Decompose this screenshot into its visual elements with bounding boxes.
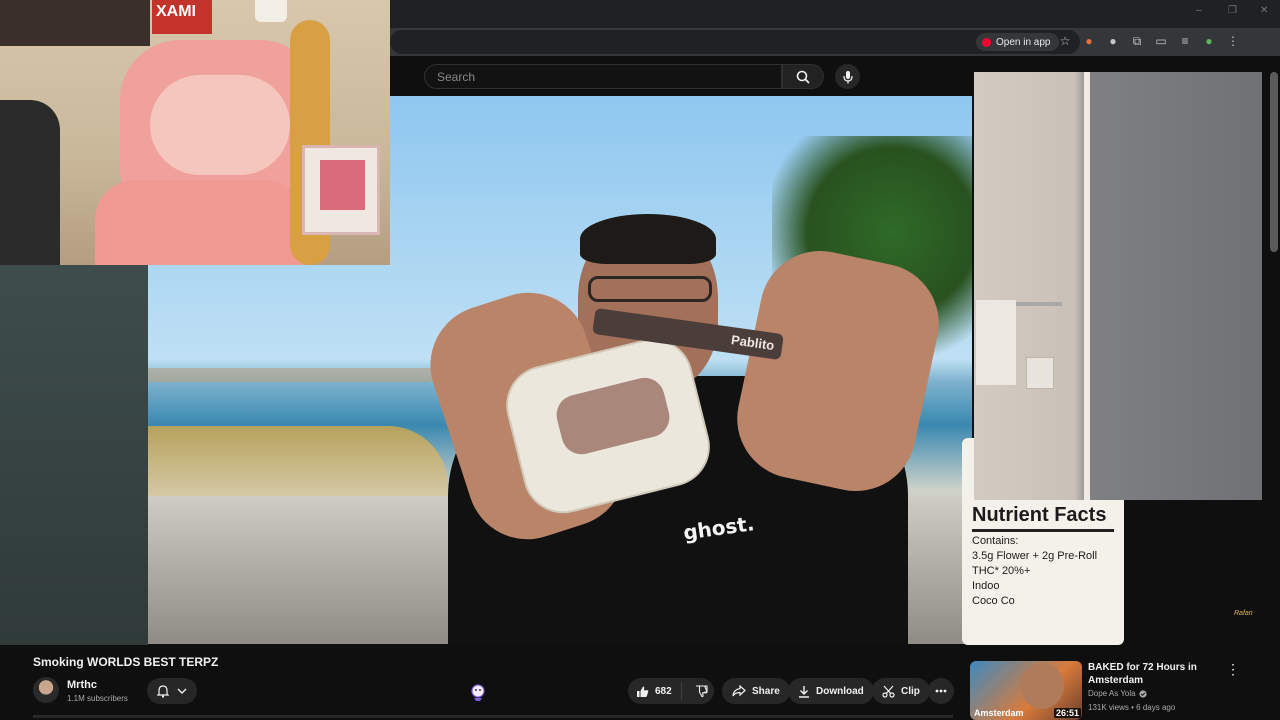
can-title: Nutrient Facts (972, 504, 1114, 532)
scissors-icon (882, 685, 895, 698)
can-line-3: THC* 20%+ (972, 565, 1031, 577)
lamp (255, 0, 287, 22)
light-switch (1026, 357, 1054, 389)
toolbar-icons: ☆ ● ● ⧉ ▭ ≡ ● ⋮ (1058, 34, 1240, 49)
channel-name[interactable]: Mrthc (67, 679, 97, 691)
glasses (588, 276, 712, 302)
right-hand (726, 239, 950, 503)
can-line-1: Contains: (972, 535, 1019, 547)
like-dislike-group: 682 (628, 678, 714, 704)
star-icon[interactable]: ☆ (1058, 34, 1072, 48)
towel (976, 300, 1016, 385)
thumbs-down-icon (695, 684, 708, 697)
cast-icon[interactable]: ▭ (1154, 34, 1168, 48)
minimize-icon[interactable]: – (1196, 6, 1206, 16)
sweater (0, 100, 60, 265)
search-icon (796, 70, 810, 84)
open-in-app-label: Open in app (996, 36, 1051, 48)
search-button[interactable] (782, 64, 824, 89)
video-duration: 26:51 (1054, 708, 1082, 718)
dislike-button[interactable] (688, 684, 714, 698)
recommendation-title[interactable]: BAKED for 72 Hours in Amsterdam (1088, 661, 1208, 687)
restore-icon[interactable]: ❐ (1228, 6, 1238, 16)
watermark: Rafan (1234, 610, 1253, 617)
thumbnail-face (1020, 663, 1064, 709)
can-line-5: Coco Co (972, 595, 1015, 607)
can-line-2: 3.5g Flower + 2g Pre-Roll (972, 550, 1098, 562)
share-icon (732, 685, 746, 697)
clip-label: Clip (901, 685, 920, 697)
download-label: Download (816, 685, 864, 697)
video-title: Smoking WORLDS BEST TERPZ (33, 655, 219, 669)
open-in-app-button[interactable]: Open in app (976, 33, 1059, 51)
like-count: 682 (655, 685, 672, 697)
chair-cushion (150, 75, 290, 175)
search-placeholder: Search (437, 69, 476, 84)
wall-poster (0, 0, 150, 46)
thumbs-up-icon (637, 686, 649, 697)
playlist-icon[interactable]: ≡ (1178, 34, 1192, 48)
more-actions-button[interactable] (928, 678, 954, 704)
share-button[interactable]: Share (722, 678, 790, 704)
subscriber-count: 1.1M subscribers (67, 694, 128, 703)
youtube-icon (982, 37, 991, 47)
picture-art (320, 160, 365, 210)
chevron-down-icon (177, 688, 187, 694)
grass-shore (148, 426, 448, 506)
door (1084, 72, 1262, 500)
webcam-room: XAMI (0, 0, 390, 265)
brave-icon[interactable]: ● (1082, 34, 1096, 48)
thumbnail-caption: Amsterdam (974, 708, 1024, 718)
share-label: Share (752, 685, 780, 697)
recommendation-meta: 131K views • 6 days ago (1088, 703, 1176, 712)
chair-seat (95, 180, 305, 265)
more-horizontal-icon (935, 689, 947, 693)
recommendation-channel[interactable]: Dope As Yola (1088, 689, 1136, 698)
extension-icon[interactable]: ● (1106, 34, 1120, 48)
window-controls: – ❐ ✕ (1196, 6, 1270, 16)
bell-icon (157, 684, 169, 698)
clip-button[interactable]: Clip (872, 678, 930, 704)
verified-icon (1139, 689, 1147, 698)
like-button[interactable]: 682 (628, 682, 683, 700)
recommendation-menu-icon[interactable]: ⋮ (1226, 662, 1240, 676)
download-button[interactable]: Download (788, 678, 874, 704)
puzzle-icon[interactable]: ⧉ (1130, 34, 1144, 48)
can-line-4: Indoo (972, 580, 1000, 592)
search-input[interactable]: Search (424, 64, 782, 89)
distant-hills (148, 368, 448, 382)
profile-icon[interactable]: ● (1202, 34, 1216, 48)
webcam-bathroom (974, 72, 1262, 500)
description-box-edge (33, 715, 953, 718)
download-icon (799, 685, 809, 698)
notification-button[interactable] (147, 678, 197, 704)
red-poster: XAMI (152, 0, 212, 34)
close-icon[interactable]: ✕ (1260, 6, 1270, 16)
person-hair (580, 214, 716, 264)
page-scrollbar[interactable] (1270, 72, 1278, 252)
recommendation-channel-row: Dope As Yola (1088, 689, 1147, 698)
microphone-icon (842, 70, 853, 83)
webcam-left-panel (0, 265, 148, 645)
channel-avatar[interactable] (33, 677, 59, 703)
kebab-icon[interactable]: ⋮ (1226, 34, 1240, 48)
voice-search-button[interactable] (835, 64, 860, 89)
mouse-cursor-icon (471, 684, 485, 701)
